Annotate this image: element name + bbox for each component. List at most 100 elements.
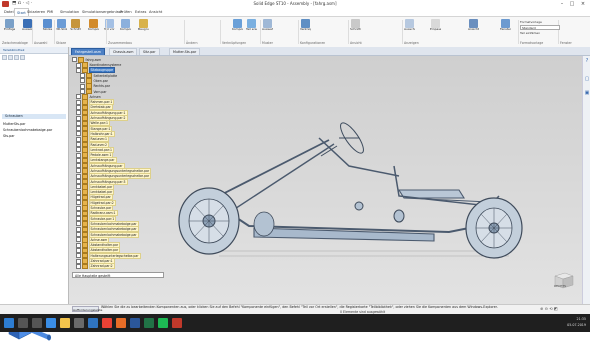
document-tabs: Fahrgestell.asm Chassis.asm Sitz.par Mutter… xyxy=(69,47,590,56)
sketch-icon xyxy=(43,19,52,28)
sketch-button[interactable]: Skizze xyxy=(42,19,53,35)
list-item[interactable]: MutterSts.par xyxy=(3,122,26,126)
ribbon-button-label: Schnittstellen xyxy=(350,28,361,31)
views-button[interactable]: Ansichten xyxy=(468,19,479,35)
ribbon-group-label: Konfigurationen xyxy=(300,41,326,45)
clock-date: 05.07.2019 xyxy=(567,323,586,327)
tree-row-label: Seitenteilplatte xyxy=(93,73,118,78)
window-switch-button[interactable]: Fenster wechseln xyxy=(500,19,511,35)
window-title: Solid Edge ST10 - Assembly - [fahrg.asm] xyxy=(253,1,337,6)
assistant-button[interactable]: Baugruppen-Assistent xyxy=(138,19,149,35)
menu-bar: Datei Start Skizzieren PMI Simulation Simulat… xyxy=(0,8,590,17)
view-options-icon[interactable] xyxy=(20,55,25,60)
link-button[interactable]: Verknüpfen xyxy=(300,19,311,35)
view-cube-label: RECHTS xyxy=(554,284,567,288)
document-tab[interactable]: Chassis.asm xyxy=(109,48,138,55)
replace-part-button[interactable]: Teil ersetzen xyxy=(246,19,257,35)
tools-icon xyxy=(263,19,272,28)
replace-part-icon xyxy=(247,19,256,28)
interface-button[interactable]: Schnittstellen xyxy=(350,19,361,35)
store-icon[interactable] xyxy=(74,318,84,328)
ribbon-button-label: Ansichten xyxy=(468,28,479,31)
tab-4[interactable]: Simulation xyxy=(58,8,81,16)
status-tools-icon[interactable]: ⊕ ⊖ ⟲ ◩ xyxy=(540,306,558,311)
replace-icon xyxy=(233,19,242,28)
style-label: Formatvorlage xyxy=(520,20,542,24)
back-icon[interactable] xyxy=(2,55,7,60)
search-icon[interactable] xyxy=(18,318,28,328)
ribbon: EinfügenAuswählenSkizze3D-SkizzeSchnittK… xyxy=(0,16,590,48)
word-icon[interactable] xyxy=(130,318,140,328)
tab-3[interactable]: PMI xyxy=(45,8,55,16)
structure-button[interactable]: Komponentenstruktur erstellen xyxy=(120,19,131,35)
sketch3d-button[interactable]: 3D-Skizze xyxy=(56,19,67,35)
ribbon-separator xyxy=(402,20,403,44)
mail-icon[interactable] xyxy=(88,318,98,328)
ribbon-separator xyxy=(260,20,261,44)
title-bar: ⬒ ⎌ · ◁ · Solid Edge ST10 - Assembly - [… xyxy=(0,0,590,8)
zoom-area-button[interactable]: Ausschnittvergrößerung xyxy=(404,19,415,35)
list-item[interactable]: Schraubenlochmakebaige.par xyxy=(3,128,52,132)
document-tab[interactable]: Sitz.par xyxy=(139,48,160,55)
pathfinder-tree[interactable]: fahrg.asm Koordinatensysteme Sitzbaugruppe… xyxy=(72,57,162,270)
solidedge-icon[interactable] xyxy=(172,318,182,328)
tools-button[interactable]: Auswahl-Werkzeuge xyxy=(262,19,273,35)
minimize-icon[interactable]: – xyxy=(557,0,567,8)
rear-wheel xyxy=(465,197,523,259)
tab-2[interactable]: Skizzieren xyxy=(25,8,47,16)
ribbon-separator xyxy=(298,20,299,44)
visibility-checkbox[interactable] xyxy=(76,263,81,269)
zoom-area-icon xyxy=(405,19,414,28)
section-icon xyxy=(71,19,80,28)
ribbon-separator xyxy=(54,20,55,44)
pathfinder-footer[interactable]: Alle Haupteile gesteift xyxy=(72,272,164,278)
paste-icon xyxy=(5,19,14,28)
left-panel-tabs: Teilebibliothek xyxy=(0,47,68,54)
folder-header[interactable]: Schrauben xyxy=(2,114,66,119)
ribbon-group-label: Ansicht xyxy=(350,41,362,45)
close-icon[interactable]: × xyxy=(578,0,588,8)
up-folder-icon[interactable] xyxy=(14,55,19,60)
tree-row-label: Rechts.par xyxy=(93,84,111,89)
forward-icon[interactable] xyxy=(8,55,13,60)
restore-view-icon[interactable]: ▣ xyxy=(584,90,590,96)
chrome-icon[interactable] xyxy=(102,318,112,328)
select-arrow-icon xyxy=(23,19,32,28)
insert-component-button[interactable]: Komponente einfügen xyxy=(88,19,99,35)
ribbon-group-label: Ändern xyxy=(186,41,198,45)
start-icon[interactable] xyxy=(4,318,14,328)
maximize-icon[interactable]: □ xyxy=(567,0,577,8)
tab-part-library[interactable]: Teilebibliothek xyxy=(3,48,25,52)
view-cube[interactable]: RECHTS xyxy=(553,272,575,290)
document-tab[interactable]: Fahrgestell.asm xyxy=(71,48,105,55)
paste-button[interactable]: Einfügen xyxy=(4,19,15,35)
maximize-view-icon[interactable]: ▢ xyxy=(584,76,590,82)
section-button[interactable]: Schnitt xyxy=(70,19,81,35)
views-icon xyxy=(469,19,478,28)
media-icon[interactable] xyxy=(116,318,126,328)
color-part-label[interactable]: Teil einfärben xyxy=(520,31,560,35)
tab-8[interactable]: Ansicht xyxy=(147,8,164,16)
fit-button[interactable]: Einpassen xyxy=(430,19,441,35)
document-tab[interactable]: Mutter.Sts.par xyxy=(169,48,201,55)
ribbon-group-label: Zusammenbau xyxy=(108,41,133,45)
style-select[interactable]: Standard xyxy=(520,25,560,30)
explorer-icon[interactable] xyxy=(60,318,70,328)
replace-button[interactable]: Komponente ersetzen xyxy=(232,19,243,35)
assistant-icon xyxy=(139,19,148,28)
help-icon[interactable]: ? xyxy=(584,58,590,64)
tree-row[interactable]: Zahnrad.par:2 xyxy=(72,263,162,270)
part-icon xyxy=(82,263,88,270)
tree-row-label: Zahnrad.par:2 xyxy=(88,263,115,270)
tree-row-label: Oben.par xyxy=(93,78,108,83)
prompt-bar-button[interactable]: Aufforderungsleiste xyxy=(72,306,102,312)
excel-icon[interactable] xyxy=(144,318,154,328)
edge-icon[interactable] xyxy=(46,318,56,328)
tab-6[interactable]: Prüfen xyxy=(118,8,134,16)
windows-taskbar: 21:35 05.07.2019 xyxy=(0,314,590,332)
clock[interactable]: 21:35 05.07.2019 xyxy=(540,316,586,328)
ribbon-group-label: Formatvorlage xyxy=(520,41,544,45)
list-item[interactable]: Sts.par xyxy=(3,134,15,138)
spotify-icon[interactable] xyxy=(158,318,168,328)
taskview-icon[interactable] xyxy=(32,318,42,328)
